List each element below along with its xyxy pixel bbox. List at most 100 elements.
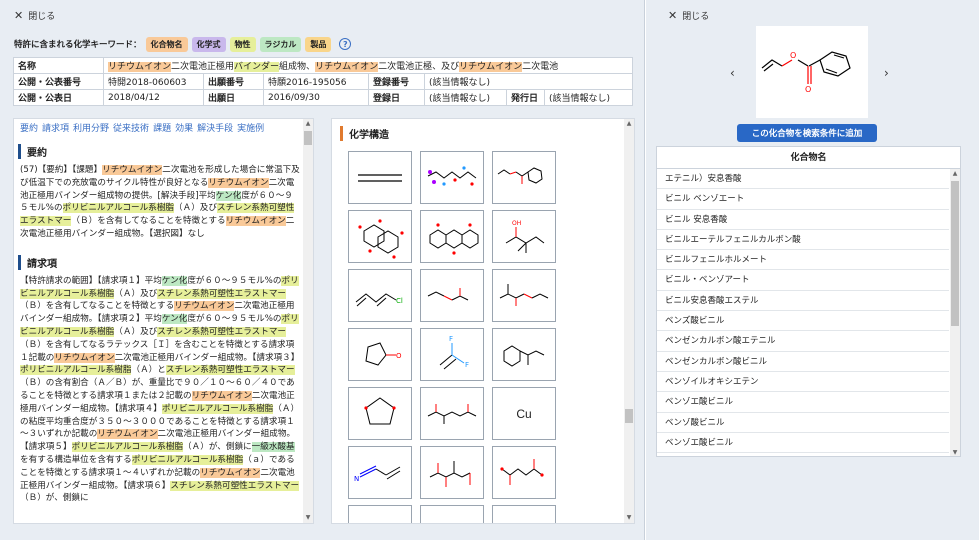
highlighted-term: リチウムイオン xyxy=(191,390,252,401)
compound-name-row[interactable]: ビニルエーテルフェニルカルボン酸 xyxy=(657,230,949,251)
scroll-up-icon[interactable]: ▲ xyxy=(303,119,313,129)
compound-name-row[interactable]: ベンゾイルオキシエテン xyxy=(657,372,949,393)
scroll-up-icon[interactable]: ▲ xyxy=(624,119,634,129)
structure-grid: OH Cl O FF Cu N xyxy=(348,151,556,523)
tab-prior-art[interactable]: 従来技術 xyxy=(113,124,149,134)
text-segment: 度が６０～９５モル%の xyxy=(187,314,282,325)
scroll-thumb[interactable] xyxy=(625,409,633,423)
compound-name-row[interactable]: ビニル安息香酸エステル xyxy=(657,291,949,312)
tab-problem[interactable]: 課題 xyxy=(153,124,171,134)
structure-partial-b[interactable] xyxy=(420,505,484,523)
highlighted-term: スチレン系熱可塑性エラストマー xyxy=(157,288,287,299)
structure-sugar-ring-b[interactable] xyxy=(420,210,484,263)
close-left-button[interactable]: ✕ 閉じる xyxy=(14,9,55,22)
tag-property[interactable]: 物性 xyxy=(229,36,256,52)
svg-text:O: O xyxy=(396,352,402,360)
structure-acrylonitrile[interactable]: N xyxy=(348,446,412,499)
compound-name-row[interactable]: ベンゾエ酸ビニル xyxy=(657,392,949,413)
tab-field[interactable]: 利用分野 xyxy=(73,124,109,134)
compound-name-row[interactable]: ベンゼンカルボン酸エテニル xyxy=(657,331,949,352)
structure-double-line[interactable] xyxy=(348,151,412,204)
tag-formula[interactable]: 化学式 xyxy=(191,36,226,52)
structure-copper-element[interactable]: Cu xyxy=(492,387,556,440)
close-label: 閉じる xyxy=(28,12,56,22)
close-right-button[interactable]: ✕ 閉じる xyxy=(668,9,709,22)
structure-branched-alkane[interactable]: OH xyxy=(492,210,556,263)
structure-vinyl-benzoate[interactable] xyxy=(492,151,556,204)
next-compound-icon[interactable]: › xyxy=(884,66,889,80)
structure-diacid[interactable] xyxy=(492,446,556,499)
compound-name-row[interactable]: ビニル・ベンゾアート xyxy=(657,270,949,291)
structure-vinyl-acetate[interactable] xyxy=(420,269,484,322)
structure-lactone[interactable]: O xyxy=(348,328,412,381)
tab-effect[interactable]: 効果 xyxy=(175,124,193,134)
patent-meta-table: 名称 リチウムイオン二次電池正極用バインダー組成物、リチウムイオン二次電池正極、… xyxy=(13,57,633,106)
help-icon[interactable]: ? xyxy=(339,38,352,50)
structure-difluoro-ethylene[interactable]: FF xyxy=(420,328,484,381)
compound-name-row[interactable]: ビニルフェニルホルメート xyxy=(657,250,949,271)
structure-chloro-diene[interactable]: Cl xyxy=(348,269,412,322)
text-segment: （Ｂ）を含有してなることを特徴とする xyxy=(20,301,175,312)
highlighted-term: リチウムイオン xyxy=(200,467,261,478)
app-number: 特願2016-195056 xyxy=(263,73,369,90)
text-segment: 【請求項４】 xyxy=(114,403,162,414)
highlighted-term: ケン化 xyxy=(161,314,188,325)
scroll-up-icon[interactable]: ▲ xyxy=(950,169,960,179)
app-date: 2016/09/30 xyxy=(263,89,369,106)
close-label: 閉じる xyxy=(682,12,710,22)
structure-partial-c[interactable] xyxy=(492,505,556,523)
text-scrollbar[interactable]: ▲ ▼ xyxy=(303,119,313,523)
name-part: リチウムイオン xyxy=(459,62,523,72)
add-compound-to-search-button[interactable]: この化合物を検索条件に追加 xyxy=(737,124,877,142)
tag-compound[interactable]: 化合物名 xyxy=(145,36,188,52)
compound-name-row[interactable]: エテニル）安息香酸 xyxy=(657,169,949,190)
highlighted-term: ポリビニルアルコール系樹脂 xyxy=(62,203,175,214)
scroll-down-icon[interactable]: ▼ xyxy=(950,448,960,456)
text-segment: 【特許請求の範囲】【請求項１】平均 xyxy=(20,275,162,286)
claims-text: 【特許請求の範囲】【請求項１】平均ケン化度が６０～９５モル%のポリビニルアルコー… xyxy=(14,275,313,505)
scroll-down-icon[interactable]: ▼ xyxy=(303,513,313,523)
text-segment: を有する構造単位を含有する xyxy=(20,454,132,465)
text-segment: 【請求項６】 xyxy=(123,480,171,491)
compound-name-row[interactable]: ベンゾ酸ビニル xyxy=(657,413,949,433)
tab-abstract[interactable]: 要約 xyxy=(20,124,38,134)
structure-scrollbar[interactable]: ▲ ▼ xyxy=(624,119,634,523)
highlighted-term: ケン化 xyxy=(161,275,188,286)
highlighted-term: ポリビニルアルコール系樹脂 xyxy=(131,454,244,465)
compound-name-row[interactable]: ベンゼンカルボン酸ビニル xyxy=(657,352,949,372)
claims-heading: 請求項 xyxy=(18,254,307,270)
compound-name-row[interactable]: ベンゾエ酸ビニル xyxy=(657,433,949,454)
app-date-label: 出願日 xyxy=(203,89,264,106)
tab-claims[interactable]: 請求項 xyxy=(42,124,69,134)
tab-examples[interactable]: 実施例 xyxy=(237,124,264,134)
scroll-thumb[interactable] xyxy=(951,181,959,326)
structure-dioxolane[interactable] xyxy=(348,387,412,440)
structure-triester[interactable] xyxy=(420,446,484,499)
svg-text:O: O xyxy=(805,85,811,94)
tab-solution[interactable]: 解決手段 xyxy=(197,124,233,134)
compound-name-row[interactable]: ビニル 安息香酸 xyxy=(657,210,949,230)
patent-text-pane[interactable]: 要約 請求項 利用分野 従来技術 課題 効果 解決手段 実施例 要約 (57)【要約】【課題】… xyxy=(13,118,314,524)
text-segment: （Ａ）及び xyxy=(114,326,158,337)
compound-panel: ✕ 閉じる ‹ O O › この化合物を検索条件に追加 化合物名 エテニル）安息… xyxy=(646,0,979,540)
prev-compound-icon[interactable]: ‹ xyxy=(730,66,735,80)
structure-phenyl-butane[interactable] xyxy=(492,328,556,381)
tag-radical[interactable]: ラジカル xyxy=(259,36,302,52)
structure-partial-a[interactable] xyxy=(348,505,412,523)
svg-text:F: F xyxy=(449,335,453,343)
structure-fluorinated-chain[interactable] xyxy=(420,151,484,204)
compound-name-row[interactable]: ビニル ベンゾエート xyxy=(657,189,949,210)
compound-name-row[interactable]: ベンズ酸ビニル xyxy=(657,311,949,332)
names-scrollbar[interactable]: ▲ ▼ xyxy=(950,169,960,456)
highlighted-term: ポリビニルアルコール系樹脂 xyxy=(71,442,184,453)
structure-sugar-ring-a[interactable] xyxy=(348,210,412,263)
structure-diester[interactable] xyxy=(420,387,484,440)
text-segment: （Ｂ）を含有してなることを特徴とする xyxy=(71,216,226,227)
pub-date-label: 公開・公表日 xyxy=(13,89,104,106)
scroll-down-icon[interactable]: ▼ xyxy=(624,513,634,523)
scroll-thumb[interactable] xyxy=(304,131,312,145)
chemical-structure-pane[interactable]: 化学構造 OH Cl O FF Cu N ▲ ▼ xyxy=(331,118,635,524)
tag-product[interactable]: 製品 xyxy=(305,36,332,52)
structure-allyl-methacrylate[interactable] xyxy=(492,269,556,322)
highlighted-term: ポリビニルアルコール系樹脂 xyxy=(161,403,274,414)
